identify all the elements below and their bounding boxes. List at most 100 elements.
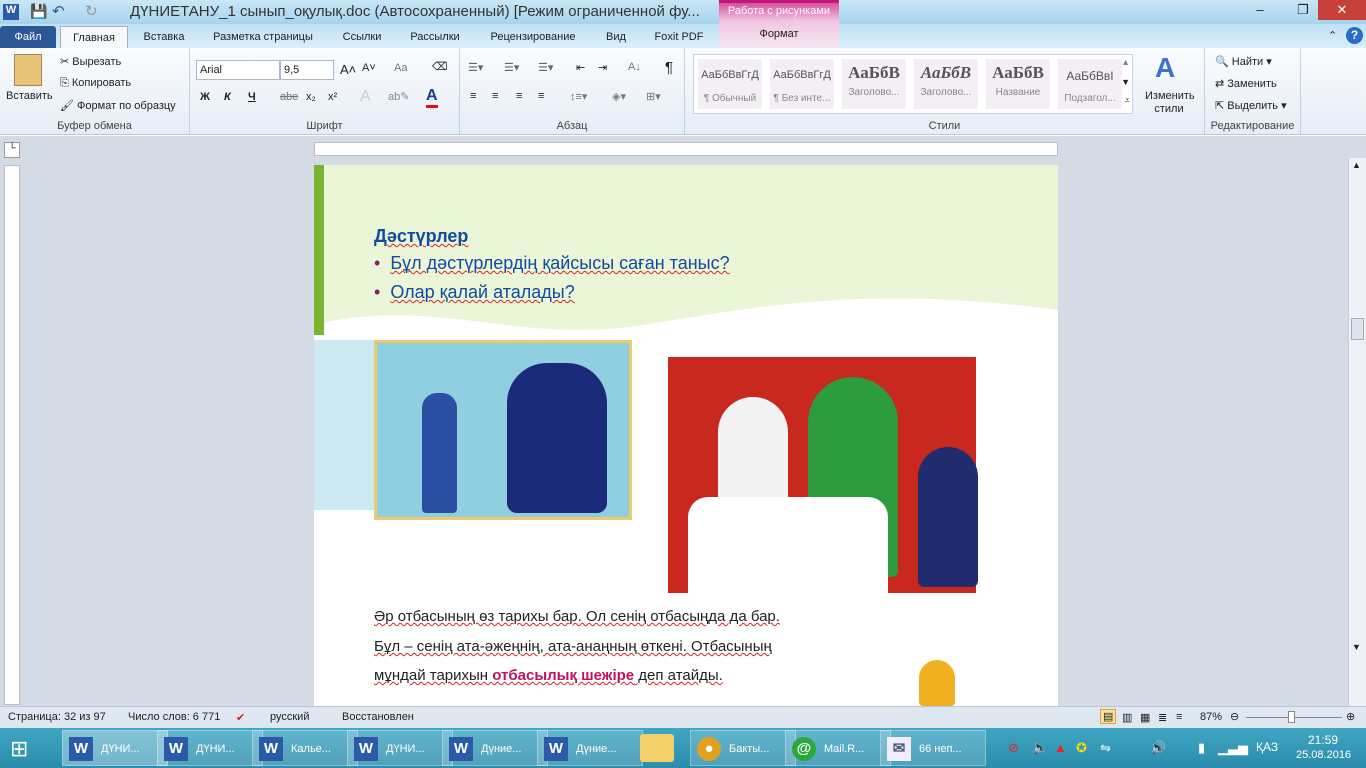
tab-format[interactable]: Формат xyxy=(719,28,839,40)
text-effects-icon[interactable]: A xyxy=(360,88,371,106)
style-subtitle[interactable]: АаБбВвI Подзагол... xyxy=(1058,59,1122,109)
clock-time[interactable]: 21:59 xyxy=(1308,733,1338,747)
superscript-button[interactable]: x² xyxy=(328,91,337,103)
bullets-icon[interactable]: ☰▾ xyxy=(468,61,483,74)
highlight-icon[interactable]: ab✎ xyxy=(388,90,409,103)
underline-button[interactable]: Ч xyxy=(248,91,256,103)
network-icon[interactable]: ⇋ xyxy=(1100,740,1111,756)
font-name-field[interactable]: Arial xyxy=(196,60,280,80)
minimize-ribbon-icon[interactable]: ⌃ xyxy=(1328,29,1337,42)
format-painter-button[interactable]: 🖌 Формат по образцу xyxy=(60,99,176,112)
gallery-scroll-down-icon[interactable]: ▼ xyxy=(1121,77,1130,87)
paste-button[interactable]: Вставить xyxy=(6,90,53,102)
copy-button[interactable]: ⎘ Копировать xyxy=(60,77,131,90)
cut-button[interactable]: ✂ Вырезать xyxy=(60,55,121,68)
tab-mailings[interactable]: Рассылки xyxy=(400,26,470,48)
language[interactable]: русский xyxy=(270,711,309,723)
replace-button[interactable]: ⇄ Заменить xyxy=(1215,77,1277,90)
font-size-field[interactable]: 9,5 xyxy=(280,60,334,80)
speaker-icon[interactable]: 🔈 xyxy=(1032,740,1048,756)
multilevel-list-icon[interactable]: ☰▾ xyxy=(538,61,553,74)
page-count[interactable]: Страница: 32 из 97 xyxy=(8,711,106,723)
style-heading-2[interactable]: АаБбВ Заголово... xyxy=(914,59,978,109)
taskbar-item-chrome[interactable]: ● Бакты... xyxy=(690,730,796,766)
font-color-button[interactable]: A xyxy=(426,87,438,108)
tab-page-layout[interactable]: Разметка страницы xyxy=(200,26,326,48)
tab-file[interactable]: Файл xyxy=(0,26,56,48)
proofing-icon[interactable]: ✔ xyxy=(236,711,245,724)
align-right-icon[interactable]: ≡ xyxy=(516,90,522,102)
find-button[interactable]: 🔍 Найти ▾ xyxy=(1215,55,1272,68)
file-explorer-icon[interactable] xyxy=(640,734,674,762)
italic-button[interactable]: К xyxy=(224,91,231,103)
bold-button[interactable]: Ж xyxy=(200,91,210,103)
draft-view-icon[interactable]: ≡ xyxy=(1176,711,1182,723)
battery-icon[interactable]: ▮ xyxy=(1198,740,1205,756)
taskbar-item-word[interactable]: W Калье... xyxy=(252,730,358,766)
scroll-thumb[interactable] xyxy=(1351,318,1364,340)
antivirus-icon[interactable]: ⊘ xyxy=(1008,740,1019,756)
close-button[interactable]: ✕ xyxy=(1318,0,1366,20)
tab-references[interactable]: Ссылки xyxy=(334,26,390,48)
document-page[interactable]: Дәстүрлер • Бұл дәстүрлердің қайсысы саға… xyxy=(314,165,1058,706)
style-heading-1[interactable]: АаБбВ Заголово... xyxy=(842,59,906,109)
select-button[interactable]: ⇱ Выделить ▾ xyxy=(1215,99,1287,112)
tab-view[interactable]: Вид xyxy=(596,26,636,48)
word-count[interactable]: Число слов: 6 771 xyxy=(128,711,220,723)
keyboard-language[interactable]: ҚАЗ xyxy=(1256,740,1278,754)
tray-app-icon[interactable]: ✪ xyxy=(1076,740,1087,756)
tab-home[interactable]: Главная xyxy=(60,26,128,48)
zoom-out-button[interactable]: ⊖ xyxy=(1230,710,1239,723)
subscript-button[interactable]: x₂ xyxy=(306,91,316,103)
redo-icon[interactable]: ↻ xyxy=(85,2,98,20)
numbering-icon[interactable]: ☰▾ xyxy=(504,61,519,74)
style-no-spacing[interactable]: АаБбВвГгД ¶ Без инте... xyxy=(770,59,834,109)
restore-button[interactable]: ❐ xyxy=(1288,0,1318,20)
grow-font-button[interactable]: A˄ xyxy=(340,62,356,77)
print-layout-view-icon[interactable]: ▤ xyxy=(1100,709,1117,724)
full-screen-view-icon[interactable]: ▥ xyxy=(1122,711,1132,724)
style-normal[interactable]: АаБбВвГгД ¶ Обычный xyxy=(698,59,762,109)
taskbar-item-word[interactable]: W ДҮНИ... xyxy=(347,730,453,766)
style-title[interactable]: АаБбВ Название xyxy=(986,59,1050,109)
gallery-more-icon[interactable]: ⩡ xyxy=(1125,95,1130,106)
align-center-icon[interactable]: ≡ xyxy=(492,90,498,102)
scroll-down-icon[interactable]: ▼ xyxy=(1352,642,1361,652)
zoom-level[interactable]: 87% xyxy=(1200,711,1222,723)
taskbar-item-mail[interactable]: ✉ 66 неп... xyxy=(880,730,986,766)
line-spacing-icon[interactable]: ↕≡▾ xyxy=(570,90,587,103)
start-button[interactable]: ⊞ xyxy=(10,736,28,762)
justify-icon[interactable]: ≡ xyxy=(538,90,544,102)
zoom-in-button[interactable]: ⊕ xyxy=(1346,710,1355,723)
web-layout-view-icon[interactable]: ▦ xyxy=(1140,711,1150,724)
horizontal-ruler[interactable] xyxy=(314,142,1058,156)
help-icon[interactable]: ? xyxy=(1346,27,1363,44)
taskbar-item-mail-agent[interactable]: @ Mail.R... xyxy=(785,730,891,766)
taskbar-item-word[interactable]: W Дүние... xyxy=(442,730,548,766)
decrease-indent-icon[interactable]: ⇤ xyxy=(576,61,585,74)
volume-icon[interactable]: 🔊 xyxy=(1150,740,1166,756)
warning-icon[interactable]: ▲ xyxy=(1054,740,1067,755)
sort-icon[interactable]: A↓ xyxy=(628,61,641,73)
signal-icon[interactable]: ▁▃▅ xyxy=(1218,740,1248,756)
tab-foxit-pdf[interactable]: Foxit PDF xyxy=(644,26,714,48)
show-marks-button[interactable]: ¶ xyxy=(665,59,673,76)
shading-icon[interactable]: ◈▾ xyxy=(612,90,626,103)
change-styles-button[interactable]: Изменить стили xyxy=(1145,90,1195,116)
minimize-button[interactable]: – xyxy=(1245,0,1275,20)
gallery-scroll-up-icon[interactable]: ▲ xyxy=(1121,57,1130,67)
change-case-button[interactable]: Aa xyxy=(394,62,407,74)
clear-formatting-icon[interactable]: ⌫ xyxy=(432,60,448,73)
tab-insert[interactable]: Вставка xyxy=(136,26,192,48)
clock-date[interactable]: 25.08.2016 xyxy=(1296,749,1351,761)
outline-view-icon[interactable]: ≣ xyxy=(1158,711,1167,724)
taskbar-item-word[interactable]: W ДҮНИ... xyxy=(62,730,168,766)
zoom-slider-thumb[interactable] xyxy=(1288,711,1295,723)
align-left-icon[interactable]: ≡ xyxy=(470,90,476,102)
scroll-up-icon[interactable]: ▲ xyxy=(1352,160,1361,170)
strikethrough-button[interactable]: abe xyxy=(280,91,298,103)
tab-selector[interactable]: └ xyxy=(4,142,20,158)
tab-review[interactable]: Рецензирование xyxy=(478,26,588,48)
shrink-font-button[interactable]: A˅ xyxy=(362,62,376,74)
vertical-ruler[interactable] xyxy=(4,165,20,705)
